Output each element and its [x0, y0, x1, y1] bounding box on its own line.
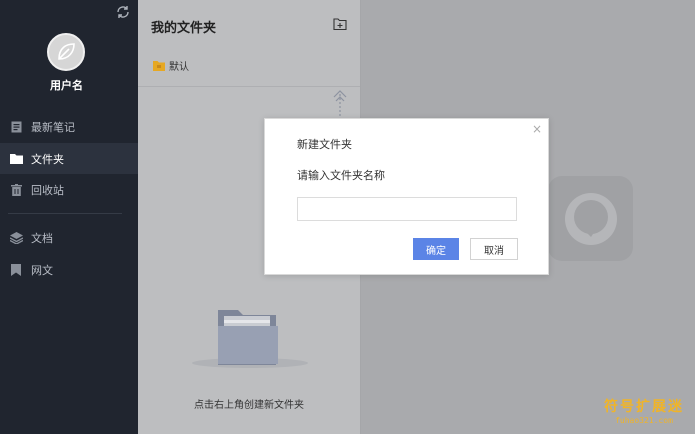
new-folder-icon[interactable]	[333, 17, 347, 31]
arrow-up-icon	[333, 90, 347, 116]
empty-hint: 点击右上角创建新文件夹	[194, 400, 304, 411]
trash-icon	[9, 183, 23, 197]
page-title: 我的文件夹	[151, 21, 217, 36]
dialog-prompt: 请输入文件夹名称	[297, 169, 385, 182]
sidebar: 用户名 最新笔记 文件夹 回收站 文档 网文	[0, 0, 138, 434]
sidebar-item-recent-notes[interactable]: 最新笔记	[0, 111, 138, 142]
sidebar-item-web-articles[interactable]: 网文	[0, 254, 138, 285]
sidebar-item-folders[interactable]: 文件夹	[0, 143, 138, 174]
sidebar-item-label: 最新笔记	[31, 120, 75, 134]
sidebar-item-label: 回收站	[31, 183, 64, 197]
close-icon[interactable]: ×	[532, 122, 542, 136]
sidebar-divider	[8, 213, 122, 214]
leaf-icon	[58, 43, 75, 60]
sidebar-item-documents[interactable]: 文档	[0, 222, 138, 253]
folder-icon	[9, 152, 23, 166]
bookmark-icon	[9, 263, 23, 277]
folder-name-input[interactable]	[297, 197, 517, 221]
dialog-title: 新建文件夹	[297, 138, 352, 151]
sidebar-item-label: 文件夹	[31, 152, 64, 166]
watermark-text: 符号扩展迷	[604, 399, 684, 415]
sidebar-item-label: 网文	[31, 263, 53, 277]
folder-label: 默认	[169, 62, 189, 73]
sidebar-item-trash[interactable]: 回收站	[0, 174, 138, 205]
sync-icon[interactable]	[115, 4, 131, 20]
confirm-button[interactable]: 确定	[413, 238, 459, 260]
cancel-button[interactable]: 取消	[470, 238, 518, 260]
sidebar-item-label: 文档	[31, 231, 53, 245]
watermark: 符号扩展迷 fuhao321.com	[598, 396, 690, 425]
watermark-url: fuhao321.com	[615, 416, 673, 425]
folder-icon	[153, 61, 165, 71]
username: 用户名	[50, 79, 83, 92]
avatar[interactable]	[47, 33, 85, 71]
empty-folder-icon	[192, 310, 308, 368]
new-folder-dialog: × 新建文件夹 请输入文件夹名称 确定 取消	[264, 118, 549, 275]
list-item[interactable]: 默认	[153, 58, 189, 73]
chat-bubble-icon	[564, 192, 617, 245]
divider	[138, 86, 360, 87]
app-logo	[548, 176, 633, 261]
note-icon	[9, 120, 23, 134]
layers-icon	[9, 231, 23, 245]
